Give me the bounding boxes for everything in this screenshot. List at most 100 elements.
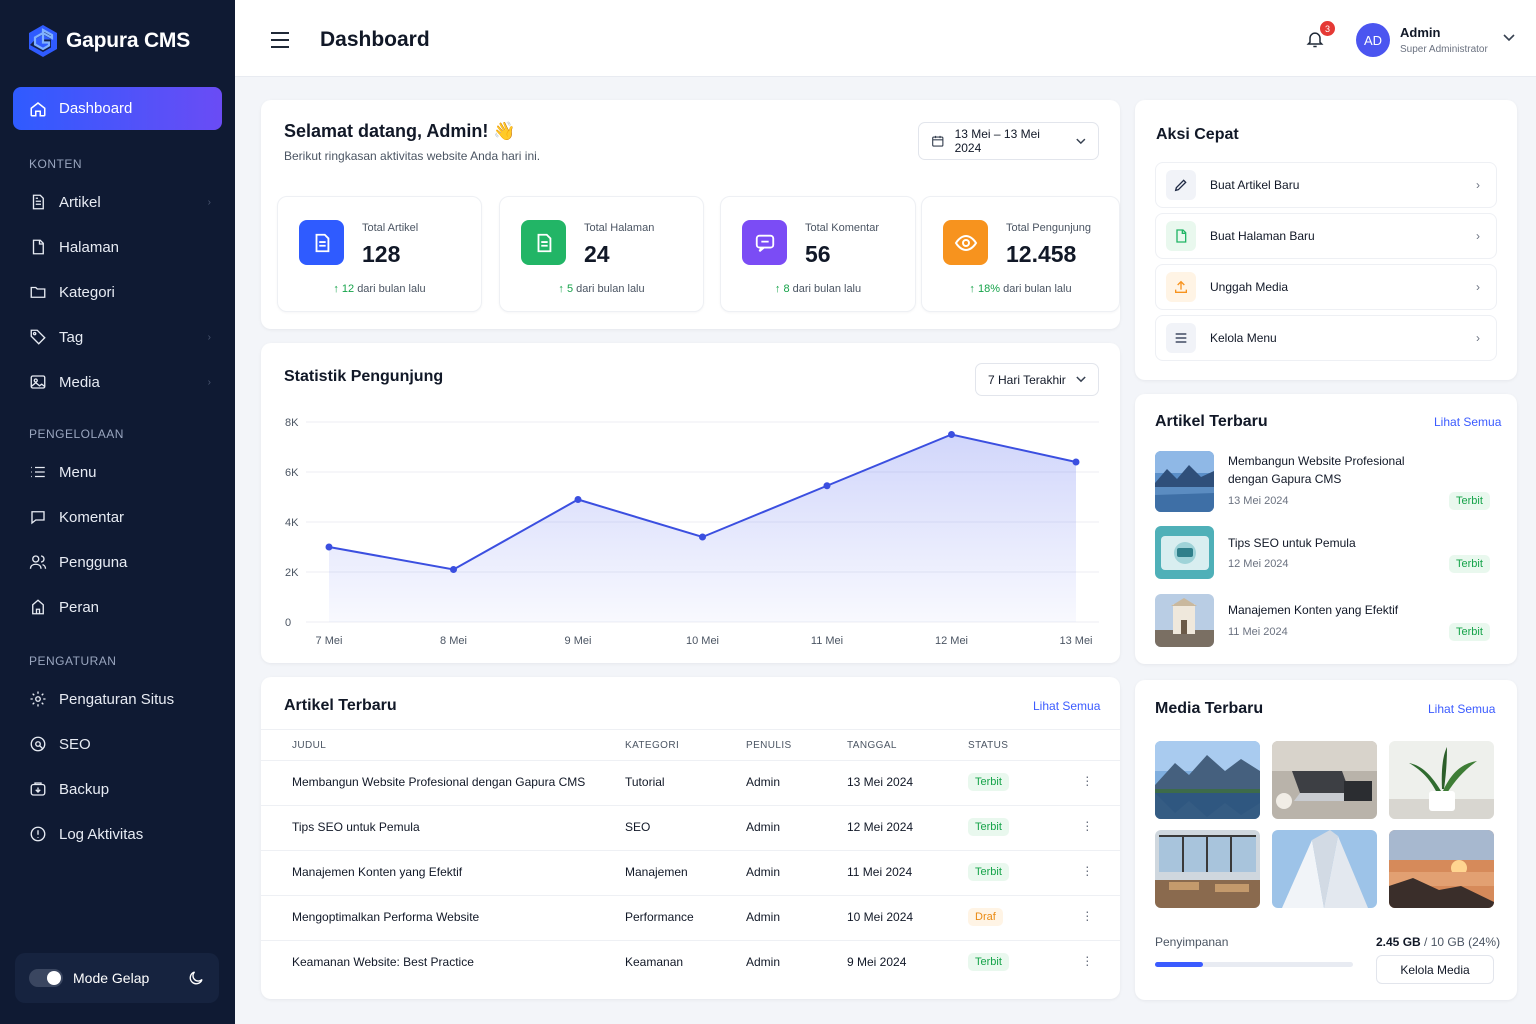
pencil-icon [1166,170,1196,200]
status-badge: Terbit [1449,623,1490,641]
toggle-switch[interactable] [29,969,63,987]
sidebar-item-artikel[interactable]: Artikel › [29,193,219,211]
media-title: Media Terbaru [1155,700,1264,717]
sidebar-item-dashboard[interactable]: Dashboard [13,87,222,130]
quick-action-manage-menu[interactable]: Kelola Menu › [1155,315,1497,361]
chevron-right-icon: › [207,196,211,208]
sidebar-item-komentar[interactable]: Komentar [29,508,219,526]
article-title[interactable]: Membangun Website Profesional dengan Gap… [1228,452,1428,488]
sidebar-item-backup[interactable]: Backup [29,780,219,798]
quick-action-upload-media[interactable]: Unggah Media › [1155,264,1497,310]
status-badge: Terbit [968,953,1009,971]
quick-action-new-article[interactable]: Buat Artikel Baru › [1155,162,1497,208]
stat-label: Total Pengunjung [1006,222,1092,234]
more-options-icon[interactable]: · · · [1085,769,1090,791]
sidebar-item-log-aktivitas[interactable]: Log Aktivitas [29,825,219,843]
media-thumbnail[interactable] [1389,830,1494,908]
stat-delta: 8 [783,283,790,295]
sidebar-item-label: Halaman [59,238,120,256]
date-range-label: 13 Mei – 13 Mei 2024 [954,127,1040,155]
article-thumbnail[interactable] [1155,526,1214,579]
table-cell-tanggal: 9 Mei 2024 [847,955,907,969]
table-cell-judul[interactable]: Keamanan Website: Best Practice [292,955,474,969]
article-title[interactable]: Manajemen Konten yang Efektif [1228,601,1428,619]
list-icon [31,466,45,478]
see-all-link[interactable]: Lihat Semua [1434,415,1501,429]
media-thumbnail[interactable] [1272,741,1377,819]
media-thumbnail[interactable] [1272,830,1377,908]
more-options-icon[interactable]: · · · [1085,814,1090,836]
sidebar-item-media[interactable]: Media › [29,373,219,391]
stat-card-komentar[interactable]: Total Komentar 56 ↑ 8 dari bulan lalu [720,196,916,312]
nav-section-konten: KONTEN [29,157,83,171]
column-header-status[interactable]: STATUS [968,740,1008,751]
sidebar-item-pengguna[interactable]: Pengguna [29,553,219,571]
sidebar-item-peran[interactable]: Peran [29,598,219,616]
sidebar-item-tag[interactable]: Tag › [29,328,219,346]
table-cell-judul[interactable]: Tips SEO untuk Pemula [292,820,420,834]
column-header-judul[interactable]: JUDUL [292,740,326,751]
table-cell-tanggal: 13 Mei 2024 [847,775,914,789]
notification-badge: 3 [1320,21,1335,36]
x-tick-label: 8 Mei [440,635,467,647]
see-all-link[interactable]: Lihat Semua [1033,699,1100,713]
storage-progress-fill [1155,962,1203,967]
welcome-subtitle: Berikut ringkasan aktivitas website Anda… [284,149,541,163]
dark-mode-toggle[interactable]: Mode Gelap [15,953,219,1003]
table-cell-judul[interactable]: Mengoptimalkan Performa Website [292,910,479,924]
more-options-icon[interactable]: · · · [1085,859,1090,881]
quick-actions-title: Aksi Cepat [1156,126,1239,143]
sidebar-item-seo[interactable]: SEO [29,735,219,753]
table-divider [261,805,1120,806]
eye-icon [943,220,988,265]
brand-logo[interactable]: Gapura CMS [28,24,190,58]
stat-card-pengunjung[interactable]: Total Pengunjung 12.458 ↑ 18% dari bulan… [921,196,1120,312]
stat-label: Total Halaman [584,222,655,234]
more-options-icon[interactable]: · · · [1085,949,1090,971]
nav-section-pengaturan: PENGATURAN [29,654,117,668]
column-header-kategori[interactable]: KATEGORI [625,740,679,751]
quick-action-label: Unggah Media [1210,280,1289,294]
x-tick-label: 10 Mei [686,635,719,647]
table-title: Artikel Terbaru [284,697,397,714]
arrow-up-icon: ↑ [969,283,978,295]
column-header-tanggal[interactable]: TANGGAL [847,740,897,751]
sidebar-item-kategori[interactable]: Kategori [29,283,219,301]
avatar[interactable]: AD [1356,23,1390,57]
data-point [325,543,333,551]
sidebar-item-pengaturan-situs[interactable]: Pengaturan Situs [29,690,219,708]
article-thumbnail[interactable] [1155,451,1214,512]
data-point [574,496,582,503]
manage-media-button[interactable]: Kelola Media [1376,955,1494,984]
media-thumbnail[interactable] [1389,741,1494,819]
stat-card-halaman[interactable]: Total Halaman 24 ↑ 5 dari bulan lalu [499,196,704,312]
quick-action-new-page[interactable]: Buat Halaman Baru › [1155,213,1497,259]
status-badge: Draf [968,908,1003,926]
chevron-down-icon[interactable] [1503,34,1515,42]
stat-trend: ↑ 18% dari bulan lalu [922,283,1119,295]
stat-value: 24 [584,241,610,267]
top-bar: Dashboard 3 AD Admin Super Administrator [235,0,1536,77]
column-header-penulis[interactable]: PENULIS [746,740,792,751]
stat-label: Total Artikel [362,222,419,234]
arrow-up-icon: ↑ [333,283,342,295]
quick-action-label: Buat Halaman Baru [1210,229,1315,243]
user-name[interactable]: Admin [1400,25,1440,40]
date-range-picker[interactable]: 13 Mei – 13 Mei 2024 [918,122,1099,160]
media-thumbnail[interactable] [1155,830,1260,908]
sidebar-item-halaman[interactable]: Halaman [29,238,219,256]
stat-card-artikel[interactable]: Total Artikel 128 ↑ 12 dari bulan lalu [277,196,482,312]
visitor-chart-card: Statistik Pengunjung 7 Hari Terakhir 0 2K… [261,343,1120,663]
article-title[interactable]: Tips SEO untuk Pemula [1228,534,1428,552]
table-cell-judul[interactable]: Membangun Website Profesional dengan Gap… [292,775,585,789]
more-options-icon[interactable]: · · · [1085,904,1090,926]
chat-icon [742,220,787,265]
media-thumbnail[interactable] [1155,741,1260,819]
sidebar-item-menu[interactable]: Menu [29,463,219,481]
table-cell-judul[interactable]: Manajemen Konten yang Efektif [292,865,462,879]
see-all-link[interactable]: Lihat Semua [1428,702,1495,716]
hamburger-icon[interactable] [270,31,290,49]
article-thumbnail[interactable] [1155,594,1214,647]
table-divider [261,760,1120,761]
x-tick-label: 11 Mei [811,635,843,647]
